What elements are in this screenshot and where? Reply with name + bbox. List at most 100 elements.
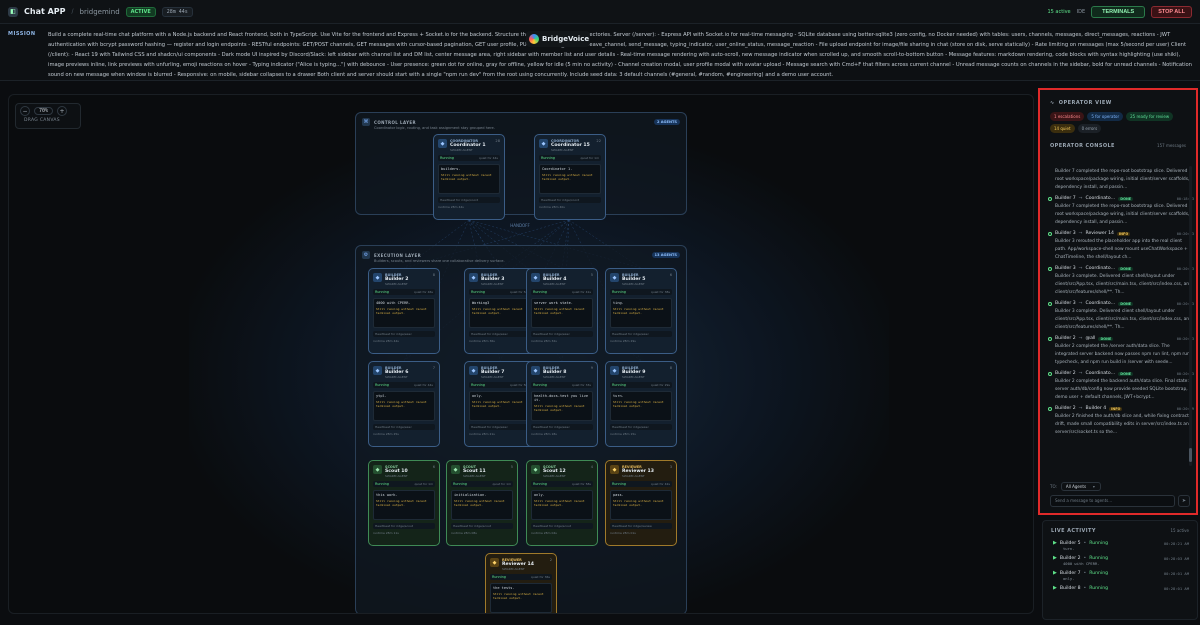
errors-chip[interactable]: 0 errors [1077,124,1102,133]
agent-canvas[interactable]: − 70% + DRAG CANVAS HANDOFF ⌘ CONTROL LAY… [8,94,1034,614]
console-log[interactable]: Builder 7 completed the repo-root bootst… [1048,166,1194,466]
agent-runtime: runtime 28m 29s [610,339,636,343]
agent-avatar-icon: ◆ [610,366,619,375]
agent-card[interactable]: ◆ SCOUT Scout 10 SWARM AGENT 6 Running quiet f… [368,460,440,546]
elapsed-timer: 28m 44s [161,6,193,17]
arrow-right-icon: → [1078,266,1083,271]
agent-runtime: runtime 28m 44s [438,205,464,209]
agent-quiet-time: quiet for 58s [571,482,591,486]
status-dot-icon [1048,301,1052,306]
agent-card[interactable]: ◆ REVIEWER Reviewer 13 SWARM AGENT 3 Running q… [605,460,677,546]
log-tag: DONE [1118,301,1134,306]
agent-status: Running quiet for 41s [531,289,593,295]
status-dot-icon [1048,196,1052,201]
agent-card[interactable]: ◆ BUILDER Builder 9 SWARM AGENT 8 Running quie… [605,361,677,447]
agent-card[interactable]: ◆ REVIEWER Reviewer 14 SWARM AGENT 2 Running q… [485,553,557,613]
agent-heartbeat: Heartbeat for ridge/exec [531,424,593,430]
agent-output-line: server work state. [534,301,573,305]
agent-card[interactable]: ◆ COORDINATOR Coordinator 15 SWARM AGENT 22 R… [534,134,606,220]
escalations-chip[interactable]: 1 escalations [1050,112,1085,121]
live-activity-item[interactable]: ▶ Builder 8 • Running 00:28:01 AM [1043,583,1197,593]
agent-card[interactable]: ◆ BUILDER Builder 2 SWARM AGENT 8 Running quie… [368,268,440,354]
log-to: Reviewer 14 [1085,231,1114,236]
agent-avatar-icon: ◆ [539,139,548,148]
agent-running: Running [440,156,454,160]
execution-layer-badge: 13 AGENTS [651,252,680,258]
bridgevoice-label: BridgeVoice [542,35,590,43]
log-body: Builder 2 finished the auth/db slice and… [1055,414,1192,435]
live-activity-item[interactable]: ▶ Builder 5 • Running 00:28:21 AM turn. [1043,538,1197,553]
operator-view-panel: ∿ OPERATOR VIEW 1 escalations 5 for opera… [1038,88,1198,515]
console-log-entry[interactable]: Builder 2 → Coordinato… DONE 00:20:33 Builder… [1048,371,1194,402]
agent-warning: Still running without recent terminal ou… [493,592,544,600]
agent-status: Running quiet for 42s [610,481,672,487]
agent-quiet-time: quiet for 1m [414,482,433,486]
agent-warning: Still running without recent terminal ou… [542,173,593,181]
ide-link[interactable]: IDE [1077,9,1085,15]
live-activity-item[interactable]: ▶ Builder 2 • Running 00:28:03 AM 4000 with C… [1043,553,1197,568]
console-scrollbar-thumb[interactable] [1189,448,1192,462]
agent-output: server work state. Still running without … [531,298,593,328]
agent-card[interactable]: ◆ SCOUT Scout 12 SWARM AGENT 4 Running quiet f… [526,460,598,546]
agent-output-line: only. [472,394,483,398]
agent-card[interactable]: ◆ BUILDER Builder 8 SWARM AGENT 9 Running quie… [526,361,598,447]
agent-count: 8 [432,273,435,277]
log-from: Builder 3 [1055,231,1076,236]
agent-card[interactable]: ◆ BUILDER Builder 5 SWARM AGENT 6 Running quie… [605,268,677,354]
quiet-chip[interactable]: 14 quiet [1050,124,1075,133]
console-log-entry[interactable]: Builder 3 → Coordinato… DONE 00:20:33 Builder… [1048,301,1194,332]
console-scrollbar[interactable] [1189,166,1192,466]
agent-card[interactable]: ◆ COORDINATOR Coordinator 1 SWARM AGENT 28 Ru… [433,134,505,220]
live-activity-item[interactable]: ▶ Builder 7 • Running 00:28:01 AM only. [1043,568,1197,583]
project-name[interactable]: bridgemind [80,8,120,16]
agent-status: Running quiet for 52s [469,289,531,295]
log-body: Builder 7 completed the repo-root bootst… [1055,204,1190,225]
agent-output: turn. Still running without recent termin… [610,391,672,421]
agent-runtime: runtime 28m 40s [539,205,565,209]
agent-count: 6 [432,465,435,469]
for-operator-chip[interactable]: 5 for operator [1087,112,1124,121]
agent-heartbeat: Heartbeat for ridge/exec [531,331,593,337]
status-dot-icon [1048,371,1052,376]
log-to: Builder 4 [1085,406,1107,411]
message-input[interactable]: Send a message to agents... [1050,495,1175,507]
agent-avatar-icon: ◆ [531,366,540,375]
log-body: Builder 3 complete. Delivered client she… [1055,274,1192,295]
console-log-entry[interactable]: Builder 7 completed the repo-root bootst… [1048,168,1194,192]
agent-quiet-time: quiet for 33s [571,383,591,387]
agent-running: Running [533,290,547,294]
agent-output-line: initialization. [454,493,487,497]
agent-running: Running [541,156,555,160]
log-body: Builder 2 completed the backend auth/dat… [1055,379,1189,400]
agent-warning: Still running without recent terminal ou… [441,173,492,181]
console-log-entry[interactable]: Builder 2 → @all DONE 00:20:33 Builder 2 comp… [1048,336,1194,367]
send-icon[interactable]: ➤ [1178,495,1190,507]
stop-all-button[interactable]: STOP ALL [1151,5,1192,18]
agent-card[interactable]: ◆ SCOUT Scout 11 SWARM AGENT 5 Running quiet f… [446,460,518,546]
agent-warning: Still running without recent terminal ou… [472,400,523,408]
log-from: Builder 2 [1055,336,1076,341]
agent-status: Running quiet for 29s [610,382,672,388]
live-activity-list[interactable]: ▶ Builder 5 • Running 00:28:21 AM turn. ▶ Build… [1043,538,1197,593]
console-log-entry[interactable]: Builder 7 → Coordinato… DONE 00:18:23 Builder… [1048,196,1194,227]
agent-count: 3 [669,465,672,469]
agent-avatar-icon: ◆ [531,273,540,282]
agent-card[interactable]: ◆ BUILDER Builder 4 SWARM AGENT 5 Running quie… [526,268,598,354]
agent-output: only. Still running without recent termin… [469,391,531,421]
live-agent-time: 00:28:03 AM [1163,555,1189,561]
agent-warning: Still running without recent terminal ou… [472,307,523,315]
agent-kind: SWARM AGENT [622,282,645,286]
control-layer: ⌘ CONTROL LAYER Coordinator logic, routin… [355,112,687,215]
console-log-entry[interactable]: Builder 3 → Coordinato… DONE 00:20:33 Builder… [1048,266,1194,297]
terminals-button[interactable]: TERMINALS [1091,5,1146,18]
bridgevoice-overlay[interactable]: BridgeVoice [526,31,590,47]
handoff-label: HANDOFF [510,223,530,228]
agent-warning: Still running without recent terminal ou… [613,499,664,507]
agent-card[interactable]: ◆ BUILDER Builder 6 SWARM AGENT 7 Running quie… [368,361,440,447]
agent-running: Running [471,290,485,294]
console-log-entry[interactable]: Builder 3 → Reviewer 14 INFO 00:20:33 Builder… [1048,231,1194,262]
console-log-entry[interactable]: Builder 2 → Builder 4 INFO 00:20:39 Builder 2… [1048,406,1194,437]
agent-runtime: runtime 28m 25s [373,432,399,436]
ready-for-review-chip[interactable]: 25 ready for review [1126,112,1174,121]
log-to: Coordinato… [1085,196,1116,201]
